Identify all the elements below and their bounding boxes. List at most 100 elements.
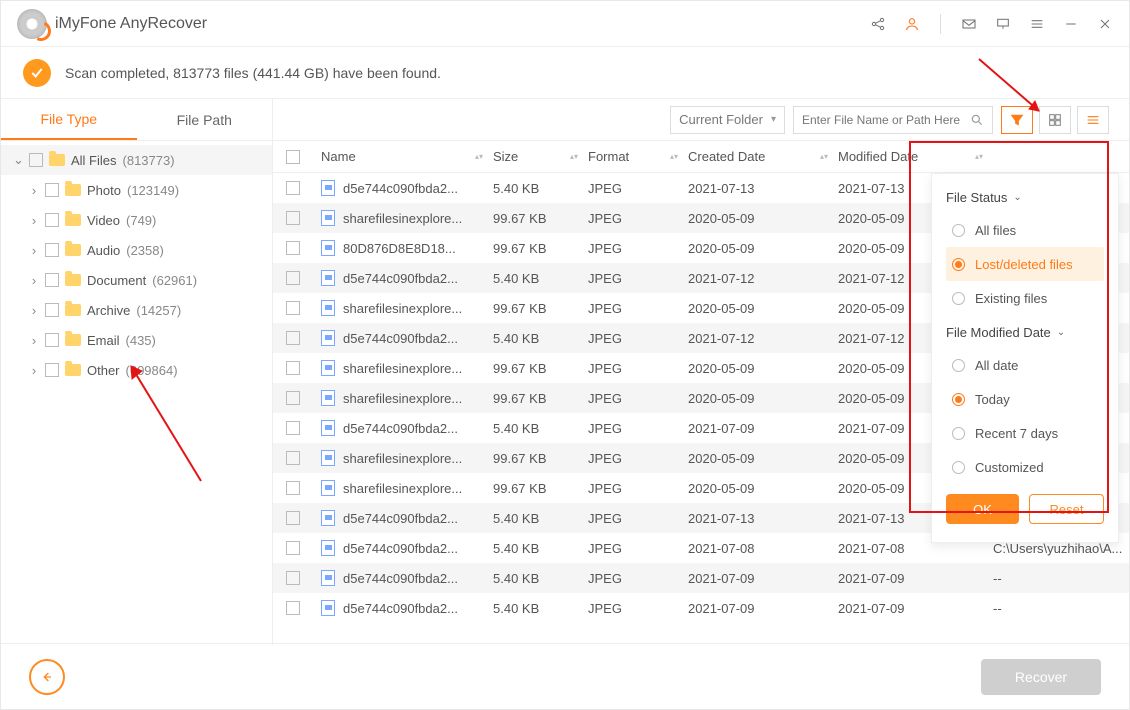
sidebar-item[interactable]: ›Other (609864) <box>1 355 272 385</box>
checkbox[interactable] <box>45 183 59 197</box>
radio-icon <box>952 224 965 237</box>
sidebar-item[interactable]: ›Video (749) <box>1 205 272 235</box>
sidebar-item[interactable]: ›Archive (14257) <box>1 295 272 325</box>
chevron-right-icon[interactable]: › <box>29 303 39 318</box>
filter-date-all[interactable]: All date <box>946 348 1104 382</box>
cell-name: d5e744c090fbda2... <box>343 601 458 616</box>
cell-created: 2021-07-13 <box>688 181 838 196</box>
cell-name: sharefilesinexplore... <box>343 391 462 406</box>
cell-created: 2020-05-09 <box>688 481 838 496</box>
sidebar-item-label: Other <box>87 363 120 378</box>
row-checkbox[interactable] <box>286 541 300 555</box>
row-checkbox[interactable] <box>286 511 300 525</box>
menu-icon[interactable] <box>1029 16 1045 32</box>
row-checkbox[interactable] <box>286 391 300 405</box>
close-icon[interactable] <box>1097 16 1113 32</box>
checkbox[interactable] <box>45 303 59 317</box>
thumbnail-view-button[interactable] <box>1039 106 1071 134</box>
checkbox[interactable] <box>45 333 59 347</box>
filter-status-lost[interactable]: Lost/deleted files <box>946 247 1104 281</box>
chevron-right-icon[interactable]: › <box>29 183 39 198</box>
row-checkbox[interactable] <box>286 301 300 315</box>
mail-icon[interactable] <box>961 16 977 32</box>
row-checkbox[interactable] <box>286 421 300 435</box>
checkbox[interactable] <box>45 243 59 257</box>
row-checkbox[interactable] <box>286 181 300 195</box>
search-input[interactable] <box>802 113 964 127</box>
chevron-right-icon[interactable]: › <box>29 363 39 378</box>
sidebar-item[interactable]: ›Photo (123149) <box>1 175 272 205</box>
chevron-down-icon[interactable]: ⌄ <box>1013 192 1021 203</box>
filter-date-today[interactable]: Today <box>946 382 1104 416</box>
radio-icon <box>952 258 965 271</box>
content: Name▴▾ Size▴▾ Format▴▾ Created Date▴▾ Mo… <box>273 141 1129 645</box>
cell-created: 2021-07-08 <box>688 541 838 556</box>
radio-icon <box>952 359 965 372</box>
col-created[interactable]: Created Date <box>688 149 765 164</box>
filter-reset-button[interactable]: Reset <box>1029 494 1104 524</box>
row-checkbox[interactable] <box>286 211 300 225</box>
filter-status-all[interactable]: All files <box>946 213 1104 247</box>
cell-format: JPEG <box>588 241 688 256</box>
filter-date-custom[interactable]: Customized <box>946 450 1104 484</box>
table-row[interactable]: d5e744c090fbda2...5.40 KBJPEG2021-07-092… <box>273 593 1129 623</box>
chevron-right-icon[interactable]: › <box>29 243 39 258</box>
table-row[interactable]: d5e744c090fbda2...5.40 KBJPEG2021-07-092… <box>273 563 1129 593</box>
cell-size: 5.40 KB <box>493 601 588 616</box>
col-name[interactable]: Name <box>321 149 356 164</box>
tab-file-path[interactable]: File Path <box>137 99 273 140</box>
chevron-down-icon[interactable]: ⌄ <box>13 152 23 168</box>
row-checkbox[interactable] <box>286 601 300 615</box>
row-checkbox[interactable] <box>286 361 300 375</box>
search-icon[interactable] <box>970 113 984 127</box>
scope-dropdown[interactable]: Current Folder ▾ <box>670 106 785 134</box>
share-icon[interactable] <box>870 16 886 32</box>
sidebar-item[interactable]: ›Document (62961) <box>1 265 272 295</box>
image-file-icon <box>321 540 335 556</box>
sidebar-item[interactable]: ›Email (435) <box>1 325 272 355</box>
feedback-icon[interactable] <box>995 16 1011 32</box>
col-format[interactable]: Format <box>588 149 629 164</box>
search-box[interactable] <box>793 106 993 134</box>
back-button[interactable] <box>29 659 65 695</box>
checkbox[interactable] <box>29 153 43 167</box>
checkbox[interactable] <box>45 213 59 227</box>
filter-status-existing[interactable]: Existing files <box>946 281 1104 315</box>
row-checkbox[interactable] <box>286 481 300 495</box>
checkbox[interactable] <box>45 273 59 287</box>
image-file-icon <box>321 420 335 436</box>
cell-size: 99.67 KB <box>493 301 588 316</box>
tab-file-type[interactable]: File Type <box>1 99 137 140</box>
cell-name: 80D876D8E8D18... <box>343 241 456 256</box>
checkbox[interactable] <box>45 363 59 377</box>
chevron-right-icon[interactable]: › <box>29 213 39 228</box>
sidebar-item-count: (14257) <box>136 303 181 318</box>
col-size[interactable]: Size <box>493 149 518 164</box>
filter-button[interactable] <box>1001 106 1033 134</box>
folder-icon <box>65 364 81 376</box>
chevron-down-icon[interactable]: ⌄ <box>1057 327 1065 338</box>
row-checkbox[interactable] <box>286 451 300 465</box>
chevron-right-icon[interactable]: › <box>29 273 39 288</box>
col-modified[interactable]: Modified Date <box>838 149 918 164</box>
cell-path: -- <box>993 601 1129 616</box>
cell-size: 5.40 KB <box>493 571 588 586</box>
row-checkbox[interactable] <box>286 571 300 585</box>
row-checkbox[interactable] <box>286 241 300 255</box>
row-checkbox[interactable] <box>286 271 300 285</box>
row-checkbox[interactable] <box>286 331 300 345</box>
select-all-checkbox[interactable] <box>286 150 300 164</box>
recover-button[interactable]: Recover <box>981 659 1101 695</box>
cell-name: d5e744c090fbda2... <box>343 421 458 436</box>
filter-ok-button[interactable]: OK <box>946 494 1019 524</box>
user-icon[interactable] <box>904 16 920 32</box>
image-file-icon <box>321 480 335 496</box>
sidebar-root[interactable]: ⌄ All Files (813773) <box>1 145 272 175</box>
filter-date-week[interactable]: Recent 7 days <box>946 416 1104 450</box>
list-view-button[interactable] <box>1077 106 1109 134</box>
cell-name: d5e744c090fbda2... <box>343 571 458 586</box>
filter-date-title: File Modified Date ⌄ <box>946 325 1104 340</box>
sidebar-item[interactable]: ›Audio (2358) <box>1 235 272 265</box>
minimize-icon[interactable] <box>1063 16 1079 32</box>
chevron-right-icon[interactable]: › <box>29 333 39 348</box>
